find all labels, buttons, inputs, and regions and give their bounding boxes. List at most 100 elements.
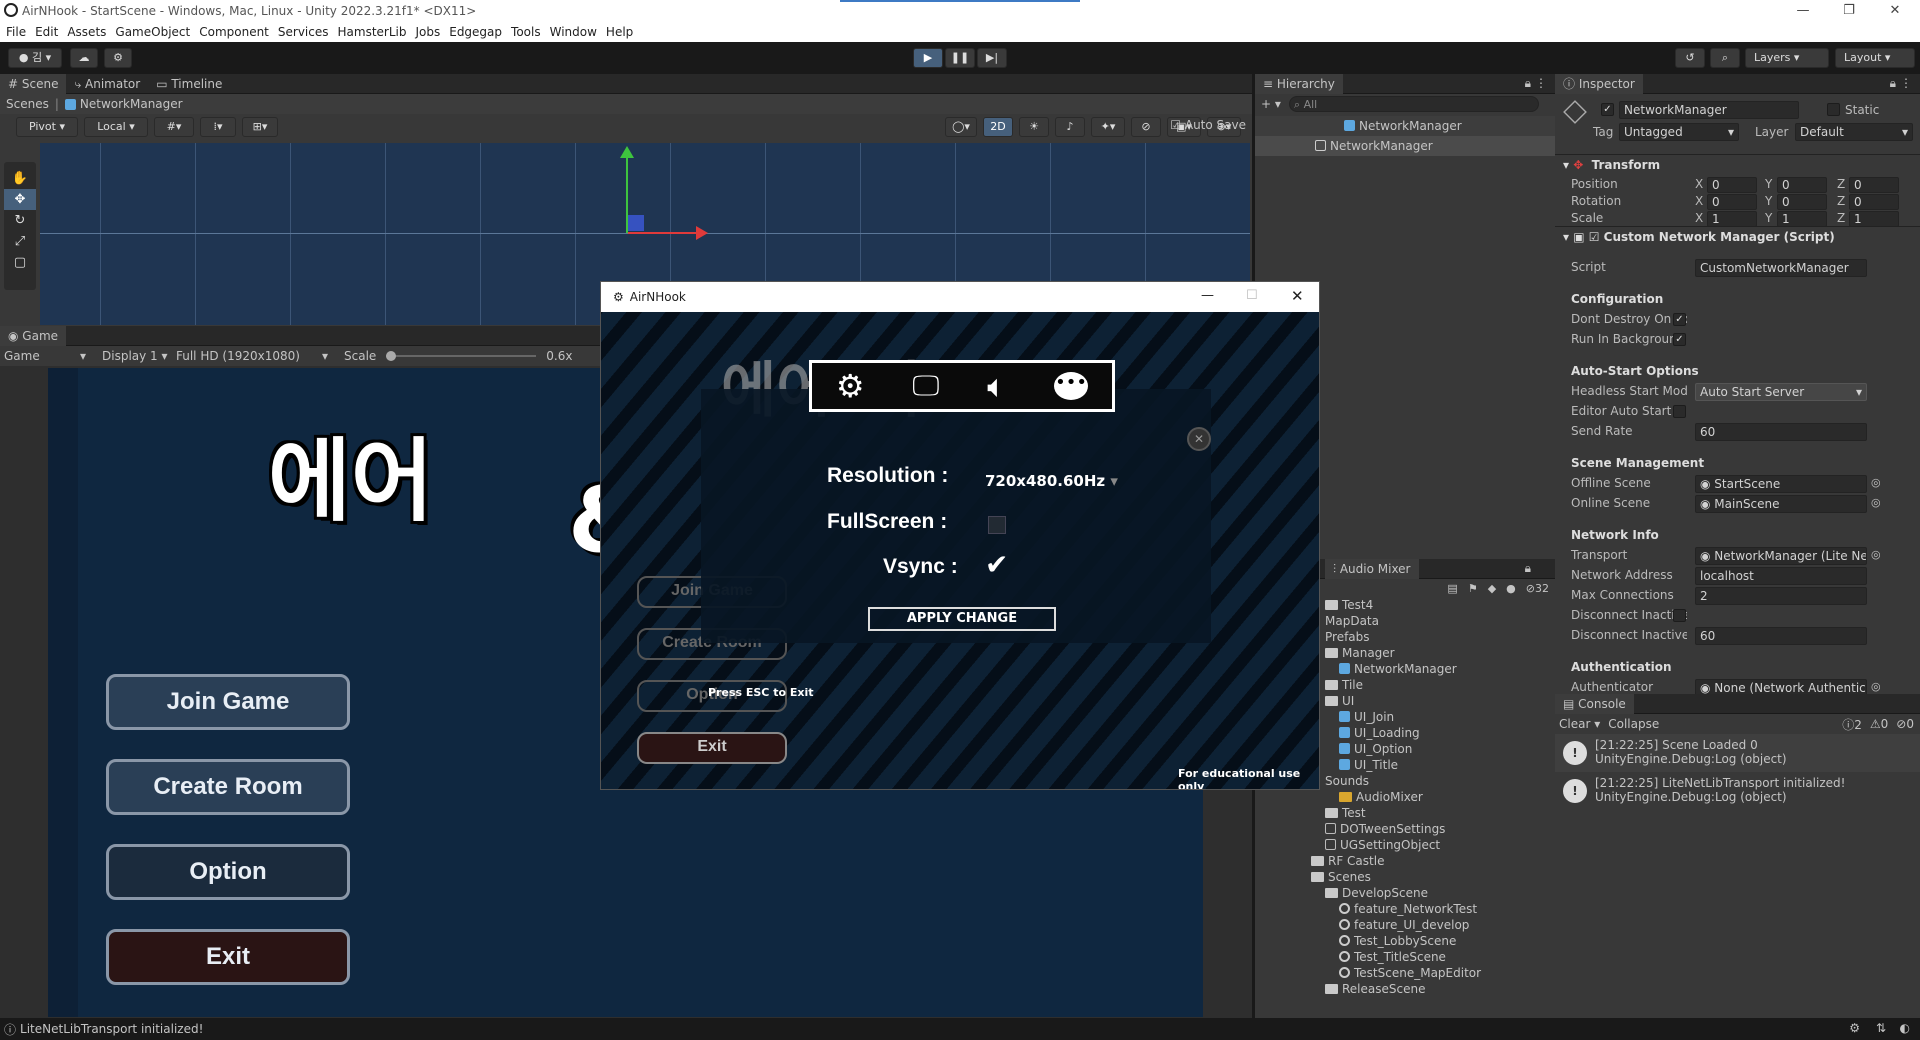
project-tree-item[interactable]: feature_NetworkTest xyxy=(1255,901,1555,917)
fullscreen-checkbox[interactable] xyxy=(988,516,1006,534)
popup-maximize-button[interactable]: ☐ xyxy=(1246,288,1258,303)
speaker-icon[interactable]: 🔈︎ xyxy=(987,367,1006,406)
x-field[interactable]: 1 xyxy=(1707,211,1757,227)
resolution-dropdown[interactable]: Full HD (1920x1080) ▾ xyxy=(170,349,334,363)
tab-console[interactable]: ▤ Console xyxy=(1555,693,1634,714)
menu-tools[interactable]: Tools xyxy=(511,25,541,39)
layer-dropdown[interactable]: Default ▾ xyxy=(1795,123,1913,141)
field-checkbox[interactable] xyxy=(1673,405,1686,418)
value-field[interactable]: localhost xyxy=(1695,567,1867,585)
menu-file[interactable]: File xyxy=(6,25,26,39)
increment-snap-icon[interactable]: ⁞▾ xyxy=(200,117,236,137)
maximize-button[interactable]: ❐ xyxy=(1826,0,1872,22)
exit-button[interactable]: Exit xyxy=(106,929,350,985)
minimize-button[interactable]: — xyxy=(1780,0,1826,22)
join-game-button[interactable]: Join Game xyxy=(106,674,350,730)
hierarchy-search-input[interactable]: ⌕ All xyxy=(1288,96,1539,112)
tab-hierarchy[interactable]: ≡ Hierarchy xyxy=(1255,73,1343,94)
tab-game[interactable]: ◉ Game xyxy=(0,325,67,346)
close-button[interactable]: ✕ xyxy=(1872,0,1918,22)
auto-save-toggle[interactable]: ☑ Auto Save xyxy=(1170,118,1246,132)
tag-dropdown[interactable]: Untagged ▾ xyxy=(1619,123,1739,141)
search-icon[interactable]: ⌕ xyxy=(1710,48,1740,68)
gear-icon[interactable]: ⚙ xyxy=(836,367,865,405)
toggle-2d-button[interactable]: 2D xyxy=(983,117,1013,137)
ruler-icon[interactable]: ⊞▾ xyxy=(242,117,278,137)
dialog-close-icon[interactable]: ✕ xyxy=(1187,427,1211,451)
console-entry[interactable]: ! [21:22:25] Scene Loaded 0 UnityEngine.… xyxy=(1555,734,1920,772)
info-icon[interactable]: ● xyxy=(1506,582,1516,595)
warning-count[interactable]: ⚠0 xyxy=(1870,717,1888,731)
field-checkbox[interactable]: ✓ xyxy=(1673,333,1686,346)
monitor-icon[interactable]: 🖵︎ xyxy=(912,369,939,403)
object-picker-icon[interactable]: ◎ xyxy=(1871,496,1881,509)
field-checkbox[interactable]: ✓ xyxy=(1673,313,1686,326)
log-count[interactable]: ⓘ2 xyxy=(1842,716,1862,733)
field-dropdown[interactable]: Auto Start Server ▾ xyxy=(1695,383,1867,401)
project-tree-item[interactable]: feature_UI_develop xyxy=(1255,917,1555,933)
menu-component[interactable]: Component xyxy=(199,25,269,39)
cloud-icon[interactable]: ☁ xyxy=(70,48,98,68)
layers-dropdown[interactable]: Layers ▾ xyxy=(1745,48,1829,68)
resolution-dropdown[interactable]: 720x480.60Hz ▾ xyxy=(985,472,1118,490)
menu-edgegap[interactable]: Edgegap xyxy=(449,25,502,39)
apply-change-button[interactable]: APPLY CHANGE xyxy=(868,607,1056,631)
project-tree-item[interactable]: Test_LobbyScene xyxy=(1255,933,1555,949)
project-tree-item[interactable]: AudioMixer xyxy=(1255,789,1555,805)
project-tree-item[interactable]: Scenes xyxy=(1255,869,1555,885)
z-field[interactable]: 0 xyxy=(1849,194,1899,210)
debug-icon[interactable]: ⚙ xyxy=(1849,1021,1860,1035)
value-field[interactable]: CustomNetworkManager xyxy=(1695,259,1867,277)
project-tree-item[interactable]: UGSettingObject xyxy=(1255,837,1555,853)
status-message[interactable]: LiteNetLibTransport initialized! xyxy=(20,1022,203,1036)
popup-game-view[interactable]: 에어&후크 Join Game Create Room Option Exit … xyxy=(601,312,1319,789)
play-button[interactable]: ▶ xyxy=(913,48,943,68)
static-checkbox[interactable] xyxy=(1827,103,1840,116)
object-name-field[interactable]: NetworkManager xyxy=(1619,101,1799,119)
active-checkbox[interactable]: ✓ xyxy=(1601,103,1614,116)
shading-icon[interactable]: ◯▾ xyxy=(945,117,977,137)
tab-timeline[interactable]: ▭ Timeline xyxy=(148,74,230,94)
menu-help[interactable]: Help xyxy=(606,25,633,39)
z-field[interactable]: 0 xyxy=(1849,177,1899,193)
progress-icon[interactable]: ◐ xyxy=(1900,1021,1910,1035)
popup-close-button[interactable]: ✕ xyxy=(1291,287,1304,305)
menu-hamsterlib[interactable]: HamsterLib xyxy=(338,25,407,39)
error-count[interactable]: ⊘0 xyxy=(1896,717,1914,731)
option-button[interactable]: Option xyxy=(106,844,350,900)
menu-jobs[interactable]: Jobs xyxy=(415,25,440,39)
console-entry[interactable]: ! [21:22:25] LiteNetLibTransport initial… xyxy=(1555,772,1920,810)
field-checkbox[interactable] xyxy=(1673,609,1686,622)
scale-slider[interactable] xyxy=(386,351,537,361)
xy-plane-handle[interactable] xyxy=(628,215,644,231)
grid-snap-icon[interactable]: #▾ xyxy=(154,117,194,137)
menu-assets[interactable]: Assets xyxy=(67,25,106,39)
layout-dropdown[interactable]: Layout ▾ xyxy=(1835,48,1915,68)
menu-services[interactable]: Services xyxy=(278,25,329,39)
chat-icon[interactable]: ••• xyxy=(1054,372,1089,400)
breadcrumb-root[interactable]: Scenes xyxy=(6,97,49,111)
step-button[interactable]: ▶| xyxy=(977,48,1007,68)
y-field[interactable]: 1 xyxy=(1777,211,1827,227)
scale-tool-icon[interactable]: ⤢ xyxy=(4,231,36,252)
local-dropdown[interactable]: Local ▾ xyxy=(84,117,148,137)
y-field[interactable]: 0 xyxy=(1777,194,1827,210)
menu-edit[interactable]: Edit xyxy=(35,25,58,39)
menu-window[interactable]: Window xyxy=(550,25,597,39)
script-component-header[interactable]: ▾ ▣ ☑ Custom Network Manager (Script) xyxy=(1563,230,1835,244)
y-field[interactable]: 0 xyxy=(1777,177,1827,193)
hand-tool-icon[interactable]: ✋ xyxy=(4,168,36,189)
breadcrumb-item[interactable]: NetworkManager xyxy=(80,97,183,111)
tab-scene[interactable]: # Scene xyxy=(0,73,67,94)
pivot-dropdown[interactable]: Pivot ▾ xyxy=(16,117,78,137)
visibility-icon[interactable]: ⊘ xyxy=(1131,117,1161,137)
menu-gameobject[interactable]: GameObject xyxy=(115,25,190,39)
rect-tool-icon[interactable]: ▢ xyxy=(4,252,36,273)
lock-icon[interactable]: 🔒︎ xyxy=(1525,561,1531,576)
more-menu-icon[interactable]: ⋮ xyxy=(1535,76,1547,90)
history-icon[interactable]: ↺ xyxy=(1675,48,1705,68)
x-field[interactable]: 0 xyxy=(1707,194,1757,210)
label-icon[interactable]: ◆ xyxy=(1488,582,1496,595)
project-tree-item[interactable]: DevelopScene xyxy=(1255,885,1555,901)
tab-audio-mixer[interactable]: ⫶ Audio Mixer xyxy=(1325,558,1419,579)
